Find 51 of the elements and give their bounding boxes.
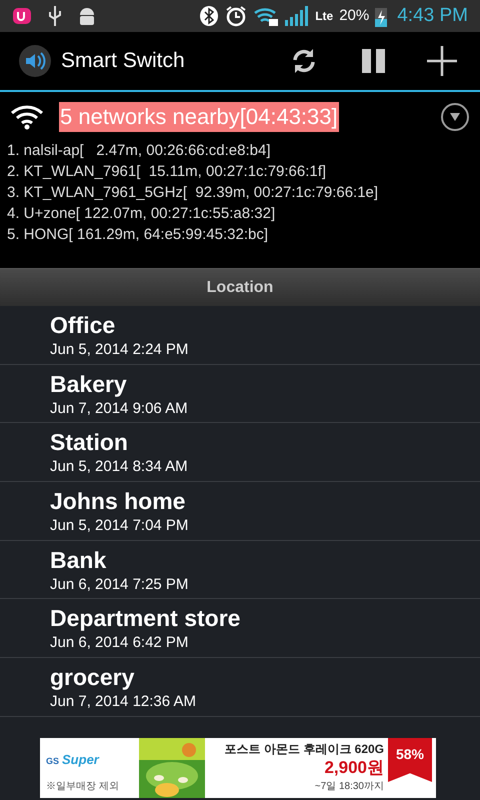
location-item[interactable]: grocery Jun 7, 2014 12:36 AM bbox=[0, 658, 480, 717]
location-date: Jun 5, 2014 8:34 AM bbox=[50, 457, 189, 478]
location-item[interactable]: Department store Jun 6, 2014 6:42 PM bbox=[0, 599, 480, 658]
location-name: Station bbox=[50, 428, 129, 456]
location-name: Bank bbox=[50, 546, 108, 574]
section-title: Location bbox=[206, 278, 274, 298]
app-speaker-icon bbox=[18, 44, 52, 78]
location-name: grocery bbox=[50, 663, 136, 692]
alarm-clock-icon bbox=[225, 5, 248, 27]
usb-icon bbox=[48, 5, 62, 27]
caret-icon bbox=[449, 112, 461, 122]
location-date: Jun 5, 2014 7:04 PM bbox=[50, 516, 190, 536]
pause-icon bbox=[361, 48, 387, 74]
bluetooth-icon bbox=[199, 5, 220, 27]
ad-logo-name: Super bbox=[62, 751, 99, 769]
network-entry: 3. KT_WLAN_7961_5GHz[ 92.39m, 00:27:1c:79:66:1e] bbox=[7, 183, 380, 203]
app-title: Smart Switch bbox=[61, 48, 185, 74]
battery-charging-icon bbox=[375, 5, 388, 27]
ad-price: 2,900원 bbox=[324, 757, 384, 779]
network-entry: 2. KT_WLAN_7961[ 15.11m, 00:27:1c:79:66:1f] bbox=[7, 162, 328, 182]
network-entry: 5. HONG[ 161.29m, 64:e5:99:45:32:bc] bbox=[7, 225, 269, 245]
plus-icon bbox=[426, 45, 458, 77]
expand-toggle[interactable] bbox=[441, 103, 469, 131]
location-item[interactable]: Johns home Jun 5, 2014 7:04 PM bbox=[0, 482, 480, 541]
network-entry: 1. nalsil-ap[ 2.47m, 00:26:66:cd:e8:b4] bbox=[7, 141, 272, 161]
ad-deadline: ~7일 18:30까지 bbox=[314, 780, 384, 794]
location-name: Johns home bbox=[50, 487, 186, 516]
location-date: Jun 7, 2014 12:36 AM bbox=[50, 692, 197, 712]
location-item[interactable]: Office Jun 5, 2014 2:24 PM bbox=[0, 306, 480, 365]
signal-icon bbox=[285, 5, 310, 27]
location-date: Jun 7, 2014 9:06 AM bbox=[50, 398, 189, 419]
location-name: Office bbox=[50, 311, 116, 339]
location-date: Jun 6, 2014 6:42 PM bbox=[50, 633, 190, 654]
location-name: Department store bbox=[50, 604, 242, 632]
location-name: Bakery bbox=[50, 370, 128, 398]
wifi-icon bbox=[10, 104, 44, 130]
clock: 4:43 PM bbox=[397, 4, 468, 28]
location-item[interactable]: Station Jun 5, 2014 8:34 AM bbox=[0, 423, 480, 482]
carrier-logo-icon bbox=[12, 6, 34, 26]
network-type: Lte bbox=[315, 8, 334, 25]
scan-summary: 5 networks nearby[04:43:33] bbox=[59, 102, 339, 132]
location-date: Jun 5, 2014 2:24 PM bbox=[50, 340, 190, 360]
network-entry: 4. U+zone[ 122.07m, 00:27:1c:55:a8:32] bbox=[7, 204, 276, 224]
ad-discount: 58% bbox=[396, 745, 424, 764]
location-item[interactable]: Bakery Jun 7, 2014 9:06 AM bbox=[0, 364, 480, 424]
ad-note: ※일부매장 제외 bbox=[46, 780, 120, 794]
battery-level: 20% bbox=[339, 6, 370, 26]
ad-logo-prefix: GS bbox=[46, 755, 60, 768]
location-date: Jun 6, 2014 7:25 PM bbox=[50, 574, 190, 595]
ad-product: 포스트 아몬드 후레이크 620G bbox=[224, 741, 384, 757]
location-item[interactable]: Bank Jun 6, 2014 7:25 PM bbox=[0, 540, 480, 600]
